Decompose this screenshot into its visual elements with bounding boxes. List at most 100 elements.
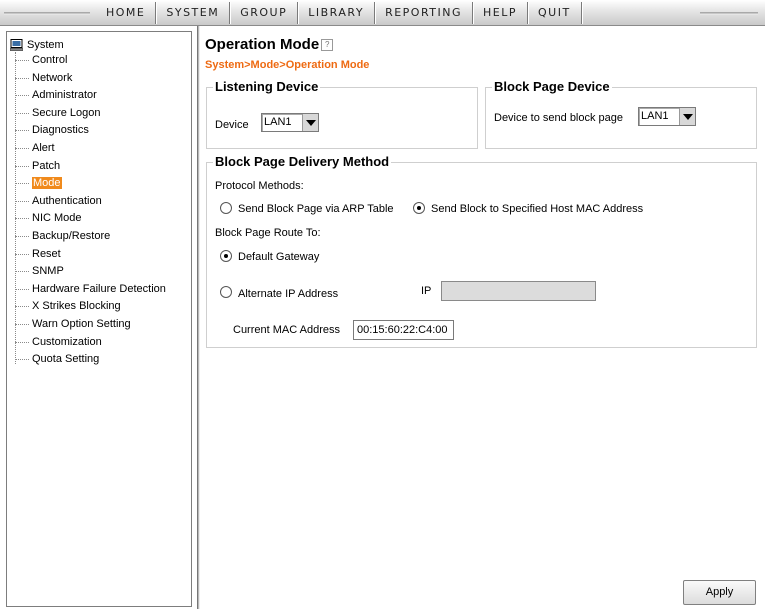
page-title: Operation Mode ? xyxy=(205,36,334,53)
delivery-method-legend: Block Page Delivery Method xyxy=(213,154,392,169)
sidebar-tree: Control Network Administrator Secure Logon D… xyxy=(15,52,166,369)
pane-divider[interactable] xyxy=(197,26,200,609)
menu-item-library[interactable]: LIBRARY xyxy=(298,2,376,24)
tree-connector xyxy=(15,323,29,325)
tree-connector xyxy=(15,112,29,114)
sidebar: System Control Network Administrator Secure… xyxy=(6,31,192,607)
listening-device-legend: Listening Device xyxy=(213,79,321,94)
page-title-text: Operation Mode xyxy=(205,36,320,53)
sidebar-item-network[interactable]: Network xyxy=(15,70,166,88)
alternate-ip-radio[interactable] xyxy=(220,286,232,298)
sidebar-item-label: Administrator xyxy=(32,89,97,102)
computer-icon xyxy=(10,39,23,51)
sidebar-item-label: Diagnostics xyxy=(32,124,89,137)
sidebar-item-quota-setting[interactable]: Quota Setting xyxy=(15,351,166,369)
sidebar-item-label: Secure Logon xyxy=(32,106,101,119)
sidebar-item-label: Warn Option Setting xyxy=(32,317,131,330)
sidebar-item-label: Reset xyxy=(32,247,61,260)
protocol-methods-label: Protocol Methods: xyxy=(215,180,304,192)
sidebar-item-reset[interactable]: Reset xyxy=(15,246,166,264)
mac-address-label: Current MAC Address xyxy=(233,324,340,336)
tree-connector xyxy=(15,77,29,79)
sidebar-item-nic-mode[interactable]: NIC Mode xyxy=(15,210,166,228)
sidebar-item-secure-logon[interactable]: Secure Logon xyxy=(15,105,166,123)
sidebar-item-mode[interactable]: Mode xyxy=(15,175,166,193)
top-menu-bar: HOME SYSTEM GROUP LIBRARY REPORTING HELP QUIT xyxy=(0,0,765,26)
sidebar-item-label: Backup/Restore xyxy=(32,229,111,242)
device-label: Device xyxy=(215,119,249,131)
sidebar-item-label: NIC Mode xyxy=(32,212,82,225)
tree-connector xyxy=(15,306,29,308)
block-page-device-legend: Block Page Device xyxy=(492,79,612,94)
block-page-device-select[interactable]: LAN1 xyxy=(638,107,696,126)
tree-connector xyxy=(15,95,29,97)
tree-connector xyxy=(15,60,29,61)
specified-mac-radio[interactable] xyxy=(413,202,425,214)
apply-button[interactable]: Apply xyxy=(683,580,756,605)
tree-connector xyxy=(15,253,29,255)
tree-connector xyxy=(15,359,29,361)
menu-item-reporting[interactable]: REPORTING xyxy=(375,2,474,24)
main-menu: HOME SYSTEM GROUP LIBRARY REPORTING HELP QUIT xyxy=(96,2,582,24)
tree-connector xyxy=(15,200,29,202)
default-gateway-radio-label[interactable]: Default Gateway xyxy=(238,251,319,263)
tree-connector xyxy=(15,235,29,237)
listening-device-group: Listening Device xyxy=(206,79,478,149)
sidebar-item-label: Patch xyxy=(32,159,61,172)
menu-item-group[interactable]: GROUP xyxy=(230,2,299,24)
tree-connector xyxy=(15,147,29,149)
listening-device-value: LAN1 xyxy=(264,116,292,128)
tree-root-system[interactable]: System xyxy=(10,37,64,53)
sidebar-item-backup-restore[interactable]: Backup/Restore xyxy=(15,228,166,246)
arp-table-radio-label[interactable]: Send Block Page via ARP Table xyxy=(238,203,394,215)
tree-connector xyxy=(15,130,29,132)
sidebar-item-patch[interactable]: Patch xyxy=(15,158,166,176)
tree-connector xyxy=(15,341,29,343)
menu-item-system[interactable]: SYSTEM xyxy=(156,2,231,24)
mac-address-field[interactable]: 00:15:60:22:C4:00 xyxy=(353,320,454,340)
route-to-label: Block Page Route To: xyxy=(215,227,321,239)
tree-connector xyxy=(15,288,29,290)
sidebar-item-label: Control xyxy=(32,54,68,66)
chevron-down-icon[interactable] xyxy=(302,114,318,131)
sidebar-item-hardware-failure-detection[interactable]: Hardware Failure Detection xyxy=(15,281,166,299)
menu-bar-left-rule xyxy=(4,12,90,15)
sidebar-item-authentication[interactable]: Authentication xyxy=(15,193,166,211)
sidebar-item-label: Customization xyxy=(32,335,102,348)
tree-connector xyxy=(15,271,29,273)
sidebar-item-warn-option-setting[interactable]: Warn Option Setting xyxy=(15,316,166,334)
specified-mac-radio-label[interactable]: Send Block to Specified Host MAC Address xyxy=(431,203,643,215)
sidebar-item-label: Alert xyxy=(32,141,55,154)
tree-connector xyxy=(15,183,29,185)
ip-label: IP xyxy=(421,285,432,297)
sidebar-item-customization[interactable]: Customization xyxy=(15,334,166,352)
sidebar-item-label: SNMP xyxy=(32,265,64,278)
sidebar-item-x-strikes-blocking[interactable]: X Strikes Blocking xyxy=(15,298,166,316)
help-icon[interactable]: ? xyxy=(321,38,334,51)
menu-item-home[interactable]: HOME xyxy=(96,2,157,24)
arp-table-radio[interactable] xyxy=(220,202,232,214)
menu-item-quit[interactable]: QUIT xyxy=(528,2,582,24)
chevron-down-icon[interactable] xyxy=(679,108,695,125)
tree-connector xyxy=(15,218,29,220)
sidebar-item-label: Mode xyxy=(32,177,62,190)
sidebar-item-label: Quota Setting xyxy=(32,353,100,366)
default-gateway-radio[interactable] xyxy=(220,250,232,262)
sidebar-item-administrator[interactable]: Administrator xyxy=(15,87,166,105)
alternate-ip-radio-label[interactable]: Alternate IP Address xyxy=(238,288,338,300)
breadcrumb: System>Mode>Operation Mode xyxy=(205,59,370,71)
sidebar-item-label: Authentication xyxy=(32,194,102,207)
sidebar-item-alert[interactable]: Alert xyxy=(15,140,166,158)
ip-address-input[interactable] xyxy=(441,281,596,301)
menu-item-help[interactable]: HELP xyxy=(473,2,528,24)
sidebar-item-label: Hardware Failure Detection xyxy=(32,282,166,295)
sidebar-item-control[interactable]: Control xyxy=(15,52,166,70)
tree-root-label: System xyxy=(27,39,64,51)
block-page-device-value: LAN1 xyxy=(641,110,669,122)
listening-device-select[interactable]: LAN1 xyxy=(261,113,319,132)
block-page-device-label: Device to send block page xyxy=(494,112,624,124)
sidebar-item-snmp[interactable]: SNMP xyxy=(15,263,166,281)
sidebar-item-diagnostics[interactable]: Diagnostics xyxy=(15,122,166,140)
sidebar-item-label: X Strikes Blocking xyxy=(32,300,121,313)
menu-bar-right-rule xyxy=(700,12,758,15)
